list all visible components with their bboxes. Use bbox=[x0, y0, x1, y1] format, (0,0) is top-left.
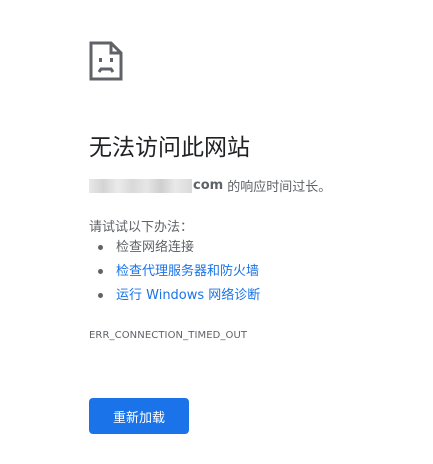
suggestion-check-network: 检查网络连接 bbox=[98, 238, 260, 262]
suggestions-list: 检查网络连接 检查代理服务器和防火墙 运行 Windows 网络诊断 bbox=[98, 238, 260, 310]
suggestions-heading: 请试试以下办法： bbox=[89, 220, 194, 235]
windows-diagnostics-link[interactable]: 运行 Windows 网络诊断 bbox=[116, 288, 260, 303]
error-summary: com 的响应时间过长。 bbox=[89, 176, 331, 195]
redacted-domain bbox=[89, 178, 192, 193]
bullet-icon bbox=[98, 269, 103, 274]
suggestion-check-proxy-firewall: 检查代理服务器和防火墙 bbox=[98, 262, 260, 286]
sad-page-icon bbox=[89, 41, 123, 81]
reload-button[interactable]: 重新加载 bbox=[89, 398, 189, 434]
bullet-icon bbox=[98, 245, 103, 250]
suggestion-run-diagnostics: 运行 Windows 网络诊断 bbox=[98, 286, 260, 310]
domain-suffix: com bbox=[193, 178, 224, 193]
suggestion-label: 检查网络连接 bbox=[116, 240, 195, 255]
error-code: ERR_CONNECTION_TIMED_OUT bbox=[89, 330, 248, 341]
bullet-icon bbox=[98, 293, 103, 298]
summary-message: 的响应时间过长。 bbox=[227, 180, 332, 195]
page-title: 无法访问此网站 bbox=[89, 135, 250, 161]
proxy-firewall-link[interactable]: 检查代理服务器和防火墙 bbox=[116, 264, 259, 279]
